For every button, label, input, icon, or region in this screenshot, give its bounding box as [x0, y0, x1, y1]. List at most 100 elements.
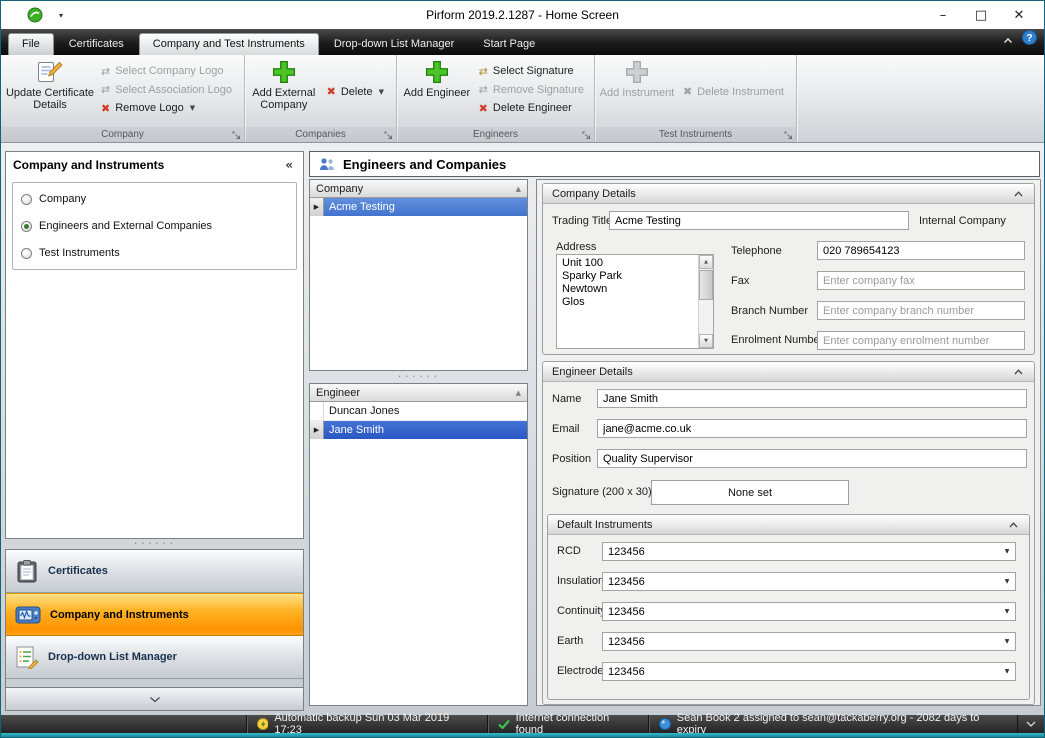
add-plus-icon	[425, 60, 449, 84]
scroll-up-icon[interactable]: ▲	[699, 255, 713, 269]
sidebar-splitter[interactable]	[5, 539, 304, 549]
delete-instrument-button[interactable]: ✖ Delete Instrument	[679, 83, 788, 101]
window-title: Pirform 2019.2.1287 - Home Screen	[1, 8, 1044, 22]
view-radio-group: Company Engineers and External Companies…	[12, 182, 297, 270]
radio-engineers-and-external-companies[interactable]: Engineers and External Companies	[21, 217, 288, 235]
dialog-launcher-icon[interactable]	[582, 131, 591, 140]
tab-certificates[interactable]: Certificates	[55, 33, 138, 55]
sidebar: Company and Instruments « Company Engine…	[5, 151, 304, 711]
status-bar: Automatic backup Sun 03 Mar 2019 17:23 I…	[1, 715, 1044, 733]
engineer-row[interactable]: ▶ Jane Smith	[310, 421, 527, 440]
internet-status: Internet connection found	[487, 715, 648, 733]
collapse-ribbon-icon[interactable]	[1003, 31, 1013, 49]
sidebar-overflow-bar[interactable]	[5, 687, 304, 711]
tab-start-page[interactable]: Start Page	[469, 33, 549, 55]
maximize-button[interactable]: □	[962, 2, 1000, 28]
collapse-group-icon[interactable]	[1012, 367, 1025, 377]
chevron-down-icon	[149, 696, 161, 703]
select-signature-button[interactable]: ⇄ Select Signature	[475, 62, 588, 80]
delete-icon: ✖	[327, 86, 336, 97]
address-listbox[interactable]: Unit 100 Sparky Park Newtown Glos ▲ ▼	[556, 254, 714, 349]
clipboard-icon	[15, 559, 39, 583]
delete-company-button[interactable]: ✖ Delete ▼	[323, 83, 388, 101]
collapse-group-icon[interactable]	[1012, 189, 1025, 199]
select-company-logo-button[interactable]: ⇄ Select Company Logo	[97, 62, 236, 80]
select-association-logo-button[interactable]: ⇄ Select Association Logo	[97, 81, 236, 99]
update-certificate-details-button[interactable]: Update Certificate Details	[5, 58, 95, 125]
rcd-combo[interactable]: 123456 ▼	[602, 542, 1016, 561]
radio-circle-icon	[21, 248, 32, 259]
sidebar-item-company-and-instruments[interactable]: Company and Instruments	[6, 593, 303, 636]
chevron-down-icon: ▼	[379, 88, 384, 96]
sidebar-item-dropdown-list-manager[interactable]: Drop-down List Manager	[6, 636, 303, 679]
delete-icon: ✖	[683, 86, 692, 97]
engineer-email-input[interactable]	[597, 419, 1027, 438]
backup-status: Automatic backup Sun 03 Mar 2019 17:23	[246, 715, 487, 733]
collapse-group-icon[interactable]	[1007, 520, 1020, 530]
quick-access-customize-icon[interactable]: ▾	[59, 11, 63, 20]
chevron-down-icon: ▼	[999, 548, 1015, 555]
remove-logo-button[interactable]: ✖ Remove Logo ▼	[97, 99, 236, 117]
statusbar-overflow-icon[interactable]	[1018, 715, 1044, 733]
app-window: ▾ Pirform 2019.2.1287 - Home Screen – □ …	[0, 0, 1045, 738]
tab-file[interactable]: File	[8, 33, 54, 55]
telephone-input[interactable]	[817, 241, 1025, 260]
dialog-launcher-icon[interactable]	[384, 131, 393, 140]
help-icon[interactable]: ?	[1022, 30, 1037, 50]
list-pencil-icon	[15, 645, 39, 669]
engineer-name-input[interactable]	[597, 389, 1027, 408]
app-icon[interactable]	[27, 7, 43, 23]
insulation-combo[interactable]: 123456 ▼	[602, 572, 1016, 591]
scroll-down-icon[interactable]: ▼	[699, 334, 713, 348]
remove-signature-icon: ⇄	[479, 84, 488, 95]
trading-title-input[interactable]	[609, 211, 909, 230]
engineer-details-group: Engineer Details Name Email Position Sig…	[542, 361, 1035, 705]
fax-input[interactable]	[817, 271, 1025, 290]
lists-splitter[interactable]	[309, 372, 528, 382]
add-external-company-button[interactable]: Add External Company	[249, 58, 319, 125]
internal-company-label: Internal Company	[919, 215, 1006, 227]
dialog-launcher-icon[interactable]	[232, 131, 241, 140]
tab-dropdown-list-manager[interactable]: Drop-down List Manager	[320, 33, 468, 55]
tab-company-and-test-instruments[interactable]: Company and Test Instruments	[139, 33, 319, 55]
dialog-launcher-icon[interactable]	[784, 131, 793, 140]
radio-test-instruments[interactable]: Test Instruments	[21, 244, 288, 262]
close-button[interactable]: ✕	[1000, 2, 1038, 28]
engineer-column-header[interactable]: Engineer ▲	[310, 384, 527, 402]
select-signature-icon: ⇄	[479, 66, 488, 77]
sidebar-item-certificates[interactable]: Certificates	[6, 550, 303, 593]
chevron-down-icon: ▼	[999, 638, 1015, 645]
page-title: Engineers and Companies	[343, 157, 506, 172]
signature-button[interactable]: None set	[651, 480, 849, 505]
add-plus-icon	[272, 60, 296, 84]
branch-number-input[interactable]	[817, 301, 1025, 320]
engineer-row[interactable]: Duncan Jones	[310, 402, 527, 421]
engineer-position-input[interactable]	[597, 449, 1027, 468]
ribbon-group-companies: Add External Company ✖ Delete ▼ Companie…	[245, 55, 397, 142]
scrollbar[interactable]: ▲ ▼	[698, 255, 713, 348]
backup-icon	[257, 718, 269, 730]
scroll-thumb[interactable]	[699, 270, 713, 300]
title-bar: ▾ Pirform 2019.2.1287 - Home Screen – □ …	[1, 1, 1044, 29]
radio-circle-icon	[21, 221, 32, 232]
delete-engineer-button[interactable]: ✖ Delete Engineer	[475, 99, 588, 117]
collapse-sidebar-icon[interactable]: «	[282, 158, 296, 172]
earth-combo[interactable]: 123456 ▼	[602, 632, 1016, 651]
remove-signature-button[interactable]: ⇄ Remove Signature	[475, 81, 588, 99]
add-engineer-button[interactable]: Add Engineer	[401, 58, 473, 125]
radio-company[interactable]: Company	[21, 190, 288, 208]
chevron-down-icon: ▼	[999, 608, 1015, 615]
sort-ascending-icon: ▲	[516, 389, 521, 397]
ribbon-group-test-instruments: Add Instrument ✖ Delete Instrument Test …	[595, 55, 797, 142]
add-instrument-button[interactable]: Add Instrument	[599, 58, 675, 125]
electrode-combo[interactable]: 123456 ▼	[602, 662, 1016, 681]
engineer-list: Engineer ▲ Duncan Jones ▶ Jane Smith	[309, 383, 528, 706]
minimize-button[interactable]: –	[924, 2, 962, 28]
certificate-pen-icon	[37, 60, 63, 84]
company-column-header[interactable]: Company ▲	[310, 180, 527, 198]
continuity-combo[interactable]: 123456 ▼	[602, 602, 1016, 621]
radio-circle-icon	[21, 194, 32, 205]
row-header-cell: ▶	[310, 198, 324, 216]
enrolment-number-input[interactable]	[817, 331, 1025, 350]
company-row[interactable]: ▶ Acme Testing	[310, 198, 527, 217]
